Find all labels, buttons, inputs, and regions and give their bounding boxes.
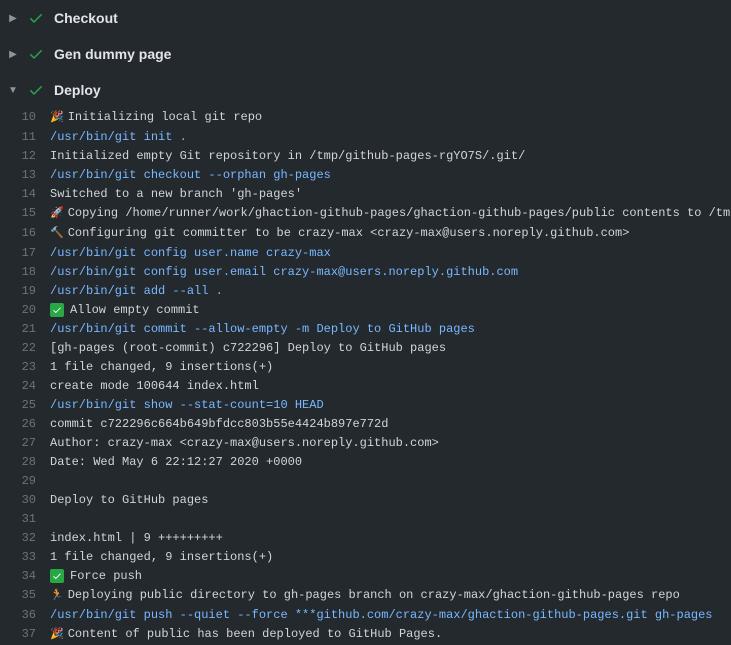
- line-number: 34: [8, 567, 50, 586]
- log-output: 10🎉Initializing local git repo11/usr/bin…: [0, 108, 731, 645]
- log-line[interactable]: 10🎉Initializing local git repo: [8, 108, 731, 128]
- line-number: 24: [8, 377, 50, 396]
- success-check-icon: [28, 46, 44, 62]
- log-line[interactable]: 21/usr/bin/git commit --allow-empty -m D…: [8, 320, 731, 339]
- line-number: 37: [8, 625, 50, 645]
- line-content: Date: Wed May 6 22:12:27 2020 +0000: [50, 453, 302, 472]
- line-content: /usr/bin/git show --stat-count=10 HEAD: [50, 396, 324, 415]
- log-line[interactable]: 27Author: crazy-max <crazy-max@users.nor…: [8, 434, 731, 453]
- log-line[interactable]: 17/usr/bin/git config user.name crazy-ma…: [8, 244, 731, 263]
- emoji-icon: 🚀: [50, 205, 64, 224]
- log-line[interactable]: 30 Deploy to GitHub pages: [8, 491, 731, 510]
- line-content: /usr/bin/git init .: [50, 128, 187, 147]
- line-content: 🎉Content of public has been deployed to …: [50, 625, 442, 645]
- log-line[interactable]: 34Force push: [8, 567, 731, 586]
- line-number: 31: [8, 510, 50, 529]
- line-number: 27: [8, 434, 50, 453]
- line-number: 20: [8, 301, 50, 320]
- line-number: 30: [8, 491, 50, 510]
- chevron-down-icon: ▼: [8, 85, 18, 96]
- log-line[interactable]: 33 1 file changed, 9 insertions(+): [8, 548, 731, 567]
- line-content: commit c722296c664b649bfdcc803b55e4424b8…: [50, 415, 388, 434]
- line-content: 1 file changed, 9 insertions(+): [50, 548, 273, 567]
- log-line[interactable]: 31: [8, 510, 731, 529]
- line-content: Deploy to GitHub pages: [50, 491, 208, 510]
- line-number: 11: [8, 128, 50, 147]
- line-number: 10: [8, 108, 50, 128]
- log-line[interactable]: 12Initialized empty Git repository in /t…: [8, 147, 731, 166]
- check-badge-icon: [50, 303, 64, 317]
- line-content: 🏃Deploying public directory to gh-pages …: [50, 586, 680, 606]
- chevron-right-icon: ▶: [8, 13, 18, 24]
- line-number: 32: [8, 529, 50, 548]
- line-content: 1 file changed, 9 insertions(+): [50, 358, 273, 377]
- step-header[interactable]: ▶ Checkout: [0, 0, 731, 36]
- line-content: /usr/bin/git commit --allow-empty -m Dep…: [50, 320, 475, 339]
- line-number: 16: [8, 224, 50, 244]
- line-content: /usr/bin/git config user.email crazy-max…: [50, 263, 518, 282]
- success-check-icon: [28, 10, 44, 26]
- log-line[interactable]: 28Date: Wed May 6 22:12:27 2020 +0000: [8, 453, 731, 472]
- log-line[interactable]: 26commit c722296c664b649bfdcc803b55e4424…: [8, 415, 731, 434]
- line-content: create mode 100644 index.html: [50, 377, 259, 396]
- line-content: index.html | 9 +++++++++: [50, 529, 223, 548]
- step-title: Gen dummy page: [54, 46, 171, 62]
- line-number: 22: [8, 339, 50, 358]
- log-line[interactable]: 32 index.html | 9 +++++++++: [8, 529, 731, 548]
- line-content: Author: crazy-max <crazy-max@users.norep…: [50, 434, 439, 453]
- line-number: 28: [8, 453, 50, 472]
- emoji-icon: 🎉: [50, 626, 64, 645]
- step-title: Checkout: [54, 10, 118, 26]
- log-line[interactable]: 18/usr/bin/git config user.email crazy-m…: [8, 263, 731, 282]
- line-number: 18: [8, 263, 50, 282]
- line-number: 17: [8, 244, 50, 263]
- success-check-icon: [28, 82, 44, 98]
- line-content: [gh-pages (root-commit) c722296] Deploy …: [50, 339, 446, 358]
- line-number: 25: [8, 396, 50, 415]
- line-number: 29: [8, 472, 50, 491]
- line-number: 14: [8, 185, 50, 204]
- line-number: 13: [8, 166, 50, 185]
- log-line[interactable]: 29: [8, 472, 731, 491]
- log-line[interactable]: 22[gh-pages (root-commit) c722296] Deplo…: [8, 339, 731, 358]
- log-line[interactable]: 23 1 file changed, 9 insertions(+): [8, 358, 731, 377]
- line-number: 12: [8, 147, 50, 166]
- check-badge-icon: [50, 569, 64, 583]
- step-header[interactable]: ▶ Gen dummy page: [0, 36, 731, 72]
- line-content: Force push: [50, 567, 142, 586]
- emoji-icon: 🔨: [50, 225, 64, 244]
- chevron-right-icon: ▶: [8, 49, 18, 60]
- line-content: Initialized empty Git repository in /tmp…: [50, 147, 525, 166]
- log-line[interactable]: 19/usr/bin/git add --all .: [8, 282, 731, 301]
- line-number: 26: [8, 415, 50, 434]
- line-number: 35: [8, 586, 50, 606]
- step-title: Deploy: [54, 82, 101, 98]
- log-line[interactable]: 37🎉Content of public has been deployed t…: [8, 625, 731, 645]
- log-line[interactable]: 13/usr/bin/git checkout --orphan gh-page…: [8, 166, 731, 185]
- log-line[interactable]: 15🚀Copying /home/runner/work/ghaction-gi…: [8, 204, 731, 224]
- line-content: /usr/bin/git add --all .: [50, 282, 223, 301]
- log-line[interactable]: 24 create mode 100644 index.html: [8, 377, 731, 396]
- line-number: 21: [8, 320, 50, 339]
- line-number: 33: [8, 548, 50, 567]
- line-content: 🚀Copying /home/runner/work/ghaction-gith…: [50, 204, 730, 224]
- log-line[interactable]: 11/usr/bin/git init .: [8, 128, 731, 147]
- log-line[interactable]: 14Switched to a new branch 'gh-pages': [8, 185, 731, 204]
- line-content: Switched to a new branch 'gh-pages': [50, 185, 302, 204]
- emoji-icon: 🎉: [50, 109, 64, 128]
- line-number: 23: [8, 358, 50, 377]
- log-line[interactable]: 25/usr/bin/git show --stat-count=10 HEAD: [8, 396, 731, 415]
- log-line[interactable]: 35🏃Deploying public directory to gh-page…: [8, 586, 731, 606]
- line-number: 19: [8, 282, 50, 301]
- log-line[interactable]: 16🔨Configuring git committer to be crazy…: [8, 224, 731, 244]
- emoji-icon: 🏃: [50, 587, 64, 606]
- line-content: /usr/bin/git config user.name crazy-max: [50, 244, 331, 263]
- line-content: /usr/bin/git checkout --orphan gh-pages: [50, 166, 331, 185]
- line-number: 15: [8, 204, 50, 224]
- line-content: 🔨Configuring git committer to be crazy-m…: [50, 224, 629, 244]
- line-content: Allow empty commit: [50, 301, 200, 320]
- line-content: 🎉Initializing local git repo: [50, 108, 262, 128]
- log-line[interactable]: 20Allow empty commit: [8, 301, 731, 320]
- step-header[interactable]: ▼ Deploy: [0, 72, 731, 108]
